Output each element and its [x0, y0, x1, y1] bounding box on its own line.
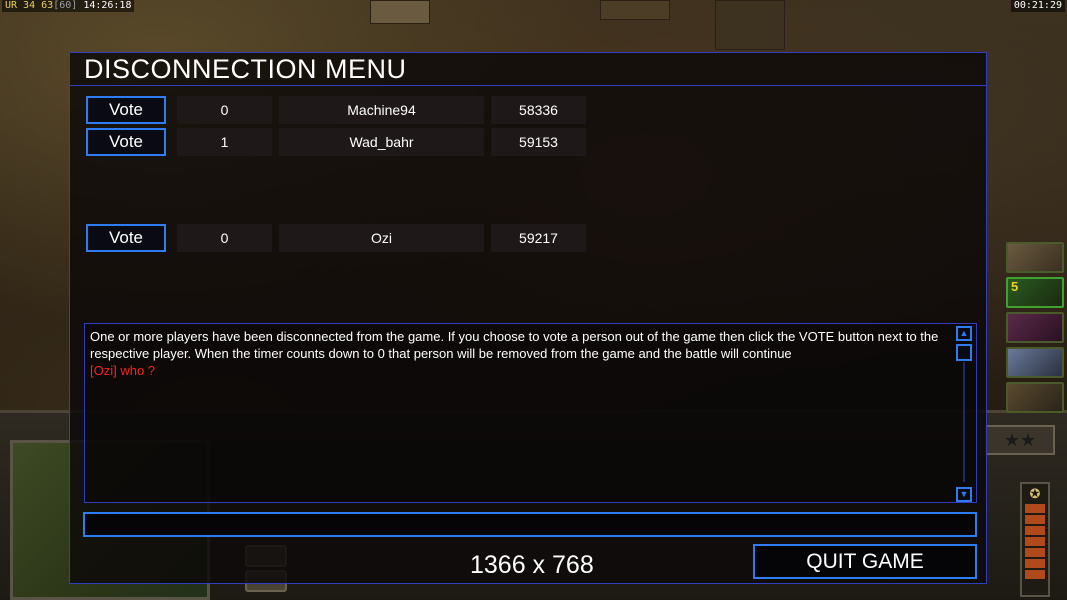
repair-wrench-icon[interactable]	[1006, 347, 1064, 378]
rank-star-icon: ✪	[1029, 486, 1041, 501]
vote-button[interactable]: Vote	[86, 128, 166, 156]
disconnection-dialog: DISCONNECTION MENU Vote 0 Machine94 5833…	[69, 52, 987, 584]
scroll-track	[963, 362, 965, 482]
stats-ur: UR 34	[5, 0, 36, 11]
vote-count: 1	[177, 128, 272, 156]
build-sidebar: 5	[1004, 242, 1067, 417]
player-timeout: 58336	[491, 96, 586, 124]
fps-stats-readout: UR 34 63[60] 14:26:18	[2, 0, 135, 12]
build-structure-icon[interactable]	[1006, 242, 1064, 273]
resolution-label: 1366 x 768	[470, 551, 594, 579]
scroll-down-arrow-icon[interactable]: ▼	[956, 487, 972, 502]
vote-count: 0	[177, 224, 272, 252]
player-name: Wad_bahr	[279, 128, 484, 156]
system-clock: 14:26:18	[83, 0, 132, 11]
power-meter: ✪	[1020, 482, 1050, 597]
general-rank-stars: ★★	[985, 425, 1055, 455]
chat-text: One or more players have been disconnect…	[90, 328, 956, 379]
scroll-thumb[interactable]	[956, 344, 972, 361]
chat-log[interactable]: One or more players have been disconnect…	[84, 323, 977, 503]
player-timeout: 59153	[491, 128, 586, 156]
vote-button[interactable]: Vote	[86, 96, 166, 124]
vote-button[interactable]: Vote	[86, 224, 166, 252]
special-power-icon[interactable]	[1006, 312, 1064, 343]
player-name: Ozi	[279, 224, 484, 252]
dialog-title: DISCONNECTION MENU	[70, 53, 986, 86]
supply-truck-icon[interactable]: 5	[1006, 277, 1064, 308]
building-sprite	[370, 0, 430, 24]
player-name: Machine94	[279, 96, 484, 124]
vote-count: 0	[177, 96, 272, 124]
chat-input[interactable]	[83, 512, 977, 537]
quit-game-button[interactable]: QUIT GAME	[753, 544, 977, 579]
player-timeout: 59217	[491, 224, 586, 252]
chat-scrollbar[interactable]: ▲ ▼	[956, 326, 972, 502]
infantry-unit-icon[interactable]	[1006, 382, 1064, 413]
stats-fps: 63	[41, 0, 54, 11]
oil-derrick-sprite	[715, 0, 785, 50]
disconnect-notice: One or more players have been disconnect…	[90, 329, 939, 361]
chat-message: [Ozi] who ?	[90, 363, 156, 378]
building-sprite	[600, 0, 670, 20]
scroll-up-arrow-icon[interactable]: ▲	[956, 326, 972, 341]
game-timer: 00:21:29	[1010, 0, 1065, 12]
stats-fps-limit: [60]	[53, 0, 78, 11]
